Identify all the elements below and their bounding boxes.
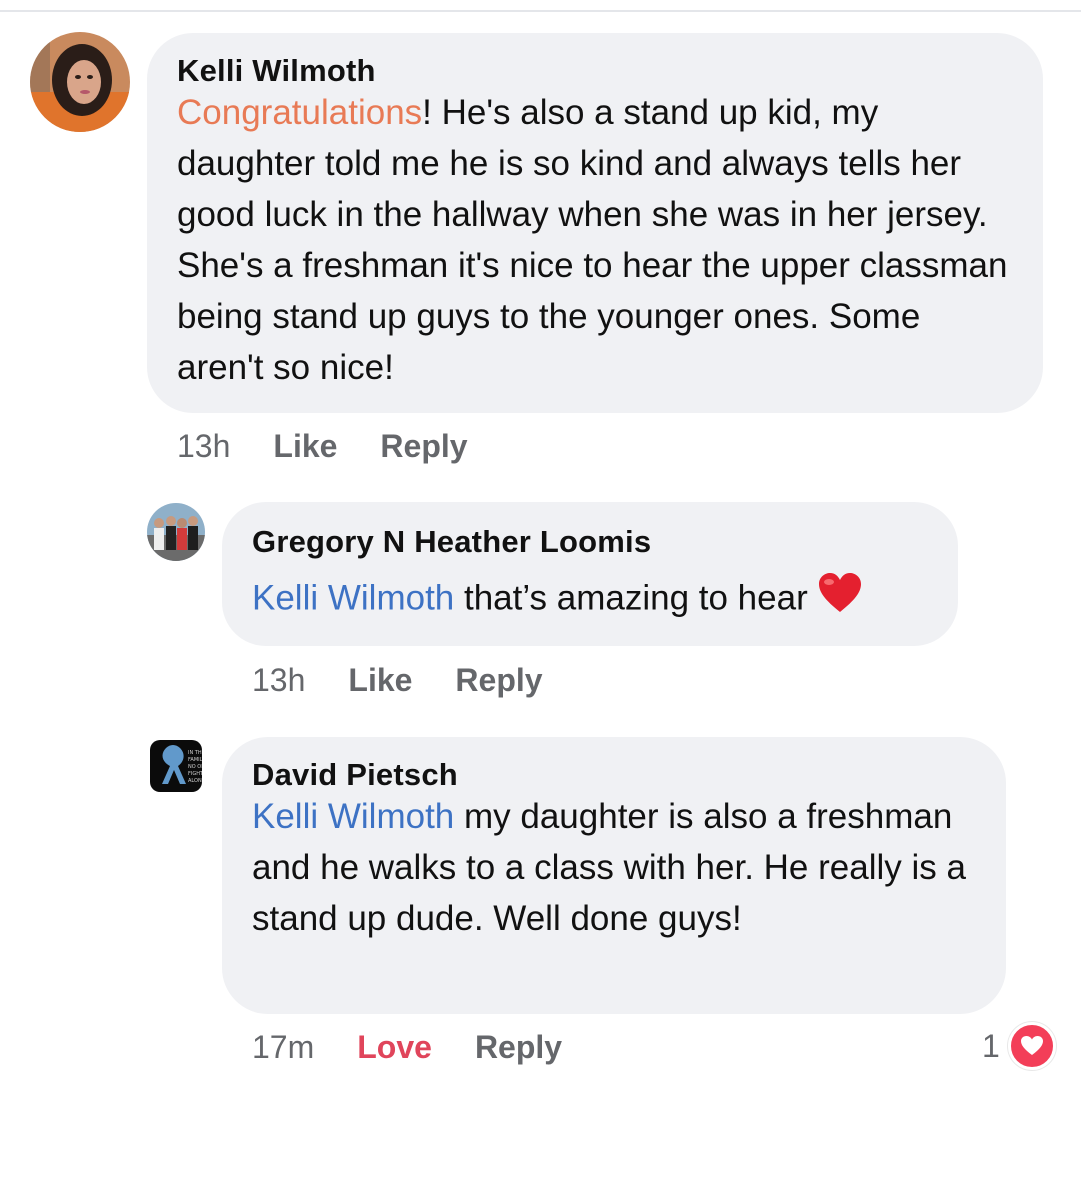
timestamp[interactable]: 17m: [252, 1029, 314, 1066]
avatar-kelli-wilmoth[interactable]: [30, 32, 130, 132]
timestamp[interactable]: 13h: [252, 662, 305, 699]
svg-text:FAMILY: FAMILY: [188, 757, 202, 763]
comment-actions: 17m Love Reply: [252, 1027, 562, 1067]
reply-button[interactable]: Reply: [455, 662, 542, 699]
highlighted-word: Congratulations: [177, 93, 423, 132]
svg-text:IN THIS: IN THIS: [188, 750, 202, 756]
reply-button[interactable]: Reply: [380, 428, 467, 465]
comment-bubble[interactable]: David Pietsch Kelli Wilmoth my daughter …: [222, 737, 1006, 1014]
comment-actions: 13h Like Reply: [252, 660, 543, 700]
top-divider: [0, 10, 1081, 12]
comment-actions: 13h Like Reply: [177, 426, 468, 466]
svg-text:ALONE: ALONE: [188, 778, 202, 784]
timestamp[interactable]: 13h: [177, 428, 230, 465]
like-button[interactable]: Like: [348, 662, 412, 699]
avatar-david-pietsch[interactable]: IN THIS FAMILY NO ONE FIGHTS ALONE: [150, 740, 202, 792]
comment-bubble[interactable]: Kelli Wilmoth Congratulations! He's also…: [147, 33, 1043, 413]
like-button[interactable]: Like: [273, 428, 337, 465]
comment-bubble[interactable]: Gregory N Heather Loomis Kelli Wilmoth t…: [222, 502, 958, 646]
comment-body: that’s amazing to hear: [454, 578, 818, 618]
svg-text:NO ONE: NO ONE: [188, 764, 202, 770]
love-reaction-button[interactable]: Love: [357, 1029, 432, 1066]
reaction-summary[interactable]: 1: [982, 1022, 1056, 1070]
comment-text: Kelli Wilmoth my daughter is also a fres…: [252, 791, 976, 944]
comment-text: Kelli Wilmoth that’s amazing to hear: [252, 572, 928, 628]
heart-icon: [1007, 1022, 1056, 1070]
avatar-gregory-heather-loomis[interactable]: [147, 503, 205, 561]
reply-button[interactable]: Reply: [475, 1029, 562, 1066]
author-name[interactable]: Kelli Wilmoth: [177, 53, 1013, 89]
comment-body: ! He's also a stand up kid, my daughter …: [177, 93, 1008, 387]
mention-link[interactable]: Kelli Wilmoth: [252, 797, 454, 836]
mention-link[interactable]: Kelli Wilmoth: [252, 578, 454, 617]
author-name[interactable]: David Pietsch: [252, 757, 976, 793]
reaction-count: 1: [982, 1027, 1000, 1064]
heart-emoji: [817, 572, 863, 628]
heart-emoji-icon: [819, 573, 862, 612]
author-name[interactable]: Gregory N Heather Loomis: [252, 524, 928, 560]
comment-text: Congratulations! He's also a stand up ki…: [177, 87, 1013, 393]
svg-text:FIGHTS: FIGHTS: [188, 771, 202, 777]
